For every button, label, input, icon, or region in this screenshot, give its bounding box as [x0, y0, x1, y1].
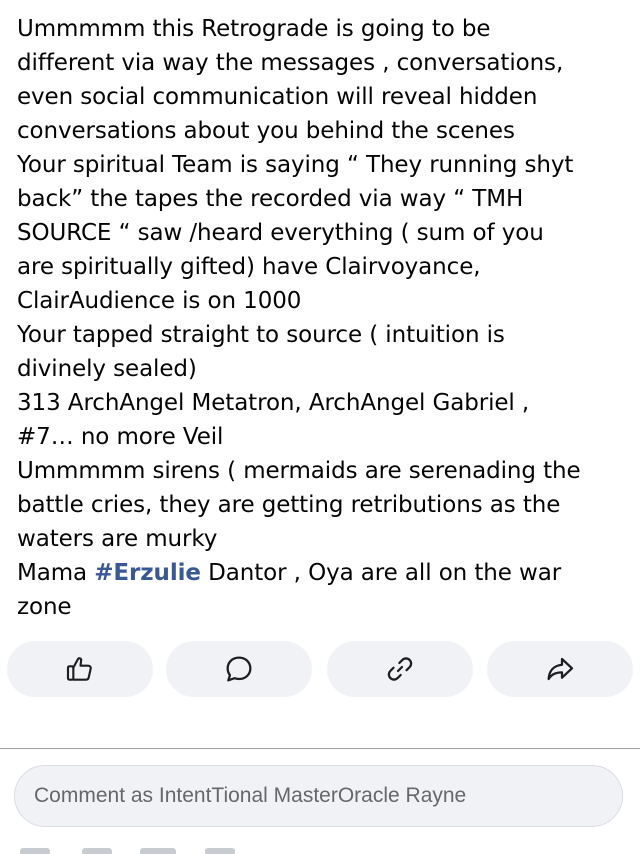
keyboard-toolbar-edge: [0, 845, 640, 854]
post-line: Your spiritual Team is saying “ They run…: [17, 152, 574, 178]
post-line: Your tapped straight to source ( intuiti…: [17, 322, 505, 348]
divider: [0, 748, 640, 749]
post-line: divinely sealed): [17, 356, 197, 382]
post-line: Ummmmm this Retrograde is going to be: [17, 16, 491, 42]
toolbar-item: [20, 848, 50, 854]
post-line: are spiritually gifted) have Clairvoyanc…: [17, 254, 481, 280]
like-button[interactable]: [7, 641, 153, 697]
post-line: #7… no more Veil: [17, 424, 224, 450]
post-line-with-hashtag: Mama #Erzulie Dantor , Oya are all on th…: [17, 556, 627, 590]
speech-bubble-icon: [226, 656, 252, 682]
comment-button[interactable]: [166, 641, 312, 697]
share-arrow-icon: [547, 657, 574, 681]
hashtag-link[interactable]: #Erzulie: [94, 560, 201, 586]
toolbar-item: [82, 848, 112, 854]
post-line-text: Mama: [17, 560, 95, 586]
post-line: back” the tapes the recorded via way “ T…: [17, 186, 524, 212]
copy-link-button[interactable]: [327, 641, 473, 697]
link-icon: [387, 657, 413, 681]
toolbar-item: [205, 848, 235, 854]
post-line: waters are murky: [17, 526, 218, 552]
post-line: Ummmmm sirens ( mermaids are serenading …: [17, 458, 581, 484]
post-line: 313 ArchAngel Metatron, ArchAngel Gabrie…: [17, 390, 530, 416]
comment-input[interactable]: Comment as IntentTional MasterOracle Ray…: [14, 765, 623, 827]
post-line: ClairAudience is on 1000: [17, 288, 302, 314]
action-bar: [0, 641, 640, 697]
post-line: conversations about you behind the scene…: [17, 118, 515, 144]
toolbar-item: [140, 848, 176, 854]
share-button[interactable]: [487, 641, 633, 697]
post-text: Ummmmm this Retrograde is going to be di…: [17, 12, 627, 624]
post-line: different via way the messages , convers…: [17, 50, 564, 76]
post-line-text: Dantor , Oya are all on the war: [200, 560, 562, 586]
thumbs-up-icon: [66, 657, 92, 681]
post-line: SOURCE “ saw /heard everything ( sum of …: [17, 220, 544, 246]
post-line: zone: [17, 594, 72, 620]
post-line: even social communication will reveal hi…: [17, 84, 538, 110]
post-line: battle cries, they are getting retributi…: [17, 492, 561, 518]
comment-placeholder: Comment as IntentTional MasterOracle Ray…: [34, 784, 467, 807]
